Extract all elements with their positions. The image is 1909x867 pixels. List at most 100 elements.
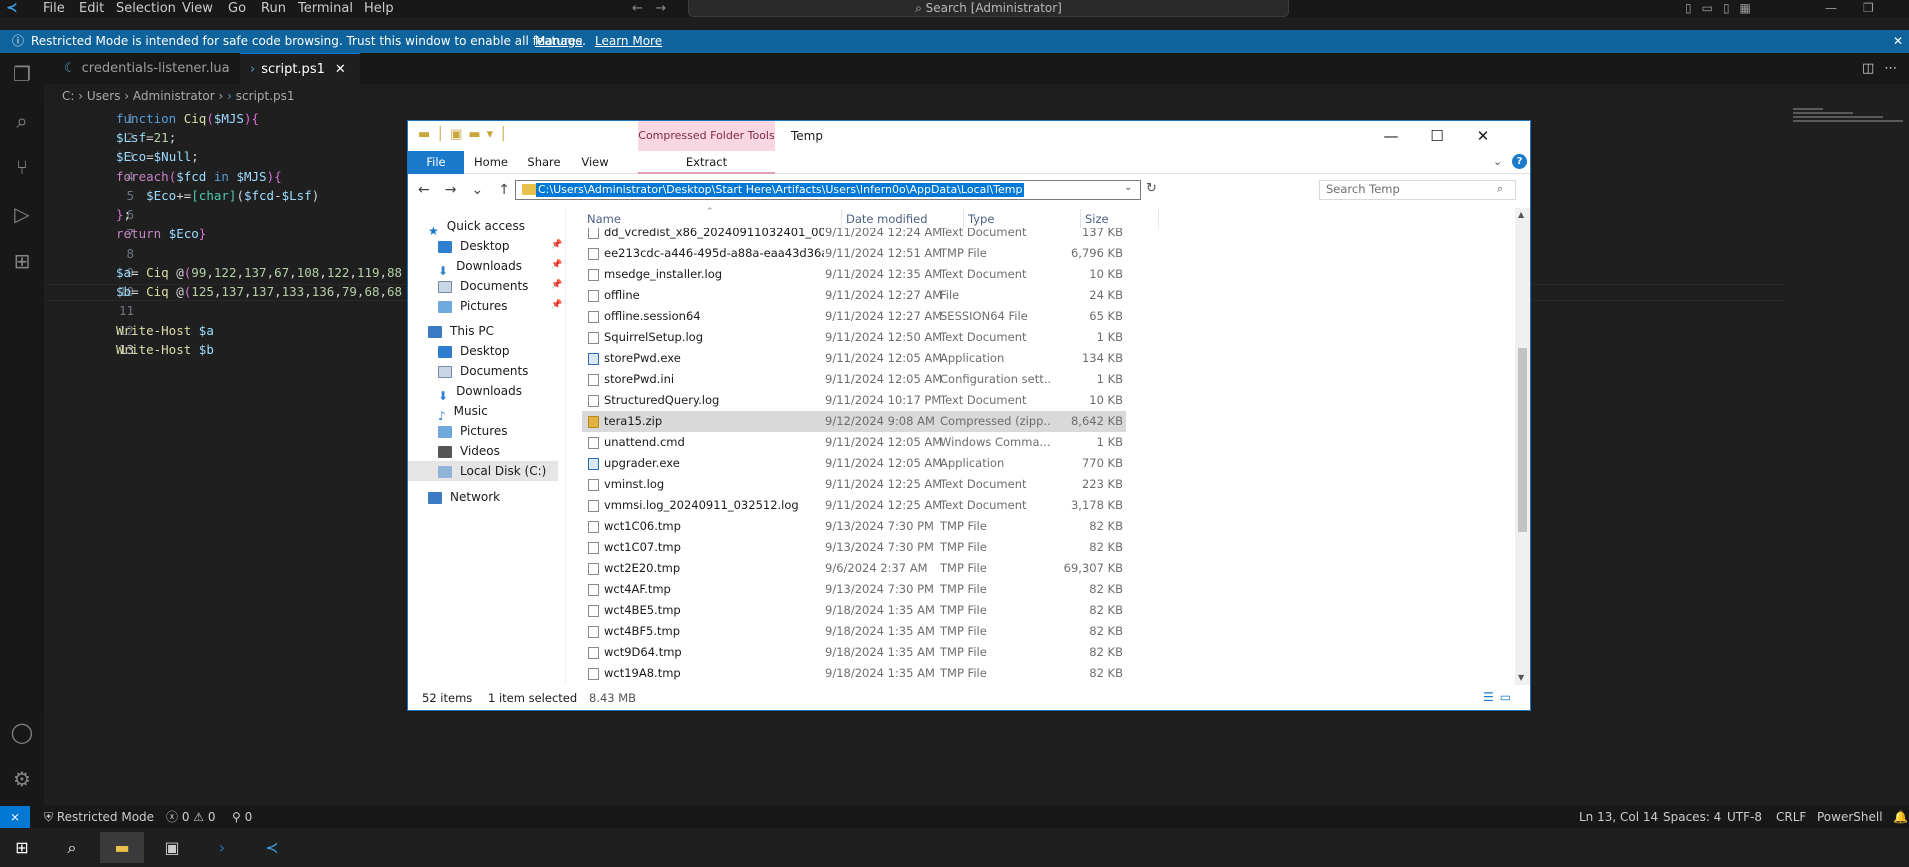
indentation[interactable]: Spaces: 4	[1663, 806, 1721, 828]
menu-go[interactable]: Go	[228, 0, 246, 17]
file-row[interactable]: offline 9/11/2024 12:27 AM File 24 KB	[582, 285, 1126, 306]
column-type[interactable]: Type	[968, 211, 994, 227]
help-icon[interactable]: ?	[1512, 154, 1527, 169]
file-row[interactable]: msedge_installer.log 9/11/2024 12:35 AM Te…	[582, 264, 1126, 285]
nav-pc-documents[interactable]: Documents	[438, 361, 528, 381]
file-row[interactable]: upgrader.exe 9/11/2024 12:05 AM Applicatio…	[582, 453, 1126, 474]
refresh-icon[interactable]: ↻	[1146, 181, 1157, 196]
close-icon[interactable]: ✕	[1460, 121, 1506, 151]
file-row[interactable]: unattend.cmd 9/11/2024 12:05 AM Windows Co…	[582, 432, 1126, 453]
column-separator[interactable]	[841, 209, 842, 229]
file-row[interactable]: storePwd.exe 9/11/2024 12:05 AM Applicatio…	[582, 348, 1126, 369]
address-dropdown-icon[interactable]: ⌄	[1124, 182, 1132, 193]
file-row[interactable]: wct1C06.tmp 9/13/2024 7:30 PM TMP File 82 K…	[582, 516, 1126, 537]
language-mode[interactable]: PowerShell	[1817, 806, 1883, 828]
breadcrumb-drive[interactable]: C:	[62, 89, 74, 103]
search-box[interactable]: Search Temp ⌕	[1319, 180, 1516, 200]
search-icon[interactable]: ⌕	[10, 109, 34, 133]
column-size[interactable]: Size	[1085, 211, 1109, 227]
menu-view[interactable]: View	[182, 0, 213, 17]
ribbon-tab-share[interactable]: Share	[518, 151, 570, 174]
quick-access-toolbar-icon[interactable]: ▬│▣▬▾│	[418, 127, 513, 142]
file-row[interactable]: wct2E20.tmp 9/6/2024 2:37 AM TMP File 69,30…	[582, 558, 1126, 579]
nav-qa-documents[interactable]: Documents	[438, 276, 528, 296]
pane-divider[interactable]	[565, 208, 566, 685]
encoding[interactable]: UTF-8	[1727, 806, 1762, 828]
nav-quick-access[interactable]: ★ Quick access	[428, 216, 525, 238]
ribbon-tab-extract[interactable]: Extract	[638, 151, 775, 174]
file-row[interactable]: wct9D64.tmp 9/18/2024 1:35 AM TMP File 82 K…	[582, 642, 1126, 663]
column-separator[interactable]	[1158, 209, 1159, 229]
extensions-icon[interactable]: ⊞	[10, 249, 34, 273]
cursor-position[interactable]: Ln 13, Col 14	[1579, 806, 1658, 828]
editor-actions[interactable]: ◫⋯	[1862, 53, 1907, 84]
maximize-icon[interactable]: ☐	[1414, 121, 1460, 151]
scroll-up-icon[interactable]: ▲	[1518, 210, 1524, 219]
file-row[interactable]: SquirrelSetup.log 9/11/2024 12:50 AM Text …	[582, 327, 1126, 348]
minimize-icon[interactable]: —	[1368, 121, 1414, 151]
menu-terminal[interactable]: Terminal	[298, 0, 353, 17]
taskbar-search-icon[interactable]: ⌕	[50, 832, 94, 863]
file-row[interactable]: vminst.log 9/11/2024 12:25 AM Text Documen…	[582, 474, 1126, 495]
menu-file[interactable]: File	[43, 0, 65, 17]
nav-pc-music[interactable]: ♪ Music	[438, 401, 488, 423]
tab-script-ps1[interactable]: › script.ps1 ✕	[240, 53, 360, 84]
nav-pc-desktop[interactable]: Desktop	[438, 341, 510, 361]
breadcrumb-users[interactable]: Users	[87, 89, 121, 103]
address-bar[interactable]: C:\Users\Administrator\Desktop\Start Her…	[515, 180, 1141, 200]
file-row[interactable]: wct4AF.tmp 9/13/2024 7:30 PM TMP File 82 KB	[582, 579, 1126, 600]
file-row[interactable]: offline.session64 9/11/2024 12:27 AM SESSI…	[582, 306, 1126, 327]
column-separator[interactable]	[1080, 209, 1081, 229]
file-row[interactable]: wct1C07.tmp 9/13/2024 7:30 PM TMP File 82 K…	[582, 537, 1126, 558]
file-row[interactable]: vmmsi.log_20240911_032512.log 9/11/2024 1…	[582, 495, 1126, 516]
restricted-mode-status[interactable]: ⛨ Restricted Mode	[44, 806, 154, 828]
file-row[interactable]: wct4BF5.tmp 9/18/2024 1:35 AM TMP File 82 K…	[582, 621, 1126, 642]
nav-qa-downloads[interactable]: ⬇ Downloads	[438, 256, 522, 278]
ribbon-tab-file[interactable]: File	[408, 151, 464, 174]
powershell-taskbar-icon[interactable]: ›	[200, 832, 244, 863]
banner-manage-link[interactable]: Manage	[535, 34, 583, 48]
view-toggle-icons[interactable]: ☰▭	[1483, 690, 1517, 704]
banner-close-icon[interactable]: ✕	[1893, 30, 1903, 53]
command-center-search[interactable]: ⌕ Search [Administrator]	[688, 0, 1289, 17]
explorer-files-icon[interactable]: ❐	[10, 62, 34, 86]
file-explorer-taskbar-icon[interactable]: ▬	[100, 832, 144, 863]
nav-back-forward-icon[interactable]: ← →	[632, 0, 666, 17]
file-row[interactable]: ee213cdc-a446-495d-a88a-eaa43d36af76....…	[582, 243, 1126, 264]
layout-toggle-icons[interactable]: ▯▭▯▦	[1685, 0, 1761, 17]
file-row[interactable]: dd_vcredist_x86_20240911032401_001_vc...…	[582, 228, 1126, 243]
nav-pc-videos[interactable]: Videos	[438, 441, 500, 461]
ribbon-tab-view[interactable]: View	[570, 151, 620, 174]
nav-qa-pictures[interactable]: Pictures	[438, 296, 508, 316]
file-row[interactable]: wct4BE5.tmp 9/18/2024 1:35 AM TMP File 82 K…	[582, 600, 1126, 621]
menu-edit[interactable]: Edit	[79, 0, 104, 17]
breadcrumb-file[interactable]: script.ps1	[236, 89, 295, 103]
menu-selection[interactable]: Selection	[116, 0, 176, 17]
nav-this-pc[interactable]: This PC	[428, 321, 494, 341]
menu-help[interactable]: Help	[364, 0, 394, 17]
nav-pc-local-disk[interactable]: Local Disk (C:)	[408, 461, 558, 481]
notifications-icon[interactable]: 🔔	[1893, 806, 1908, 828]
source-control-icon[interactable]: ⑂	[10, 155, 34, 179]
column-date-modified[interactable]: Date modified	[846, 211, 928, 227]
scroll-thumb[interactable]	[1518, 348, 1527, 532]
menu-run[interactable]: Run	[261, 0, 286, 17]
navigation-buttons[interactable]: ←→⌄↑	[418, 182, 525, 198]
scroll-down-icon[interactable]: ▼	[1518, 673, 1524, 682]
file-row[interactable]: wct19A8.tmp 9/18/2024 1:35 AM TMP File 82 K…	[582, 663, 1126, 684]
run-debug-icon[interactable]: ▷	[10, 202, 34, 226]
nav-qa-desktop[interactable]: Desktop	[438, 236, 510, 256]
nav-pc-downloads[interactable]: ⬇ Downloads	[438, 381, 522, 403]
column-name[interactable]: Name	[587, 211, 621, 227]
file-row-selected[interactable]: tera15.zip 9/12/2024 9:08 AM Compressed (z…	[582, 411, 1126, 432]
settings-gear-icon[interactable]: ⚙	[10, 767, 34, 791]
windows-start-icon[interactable]: ⊞	[0, 832, 44, 863]
compressed-folder-tools-tab[interactable]: Compressed Folder Tools	[638, 121, 775, 151]
address-path[interactable]: C:\Users\Administrator\Desktop\Start Her…	[536, 183, 1025, 197]
line-ending[interactable]: CRLF	[1776, 806, 1806, 828]
tab-close-icon[interactable]: ✕	[335, 62, 346, 77]
terminal-taskbar-icon[interactable]: ▣	[150, 832, 194, 863]
file-row[interactable]: StructuredQuery.log 9/11/2024 10:17 PM Tex…	[582, 390, 1126, 411]
breadcrumb-administrator[interactable]: Administrator	[133, 89, 215, 103]
file-list-scrollbar[interactable]: ▲ ▼	[1515, 208, 1530, 685]
